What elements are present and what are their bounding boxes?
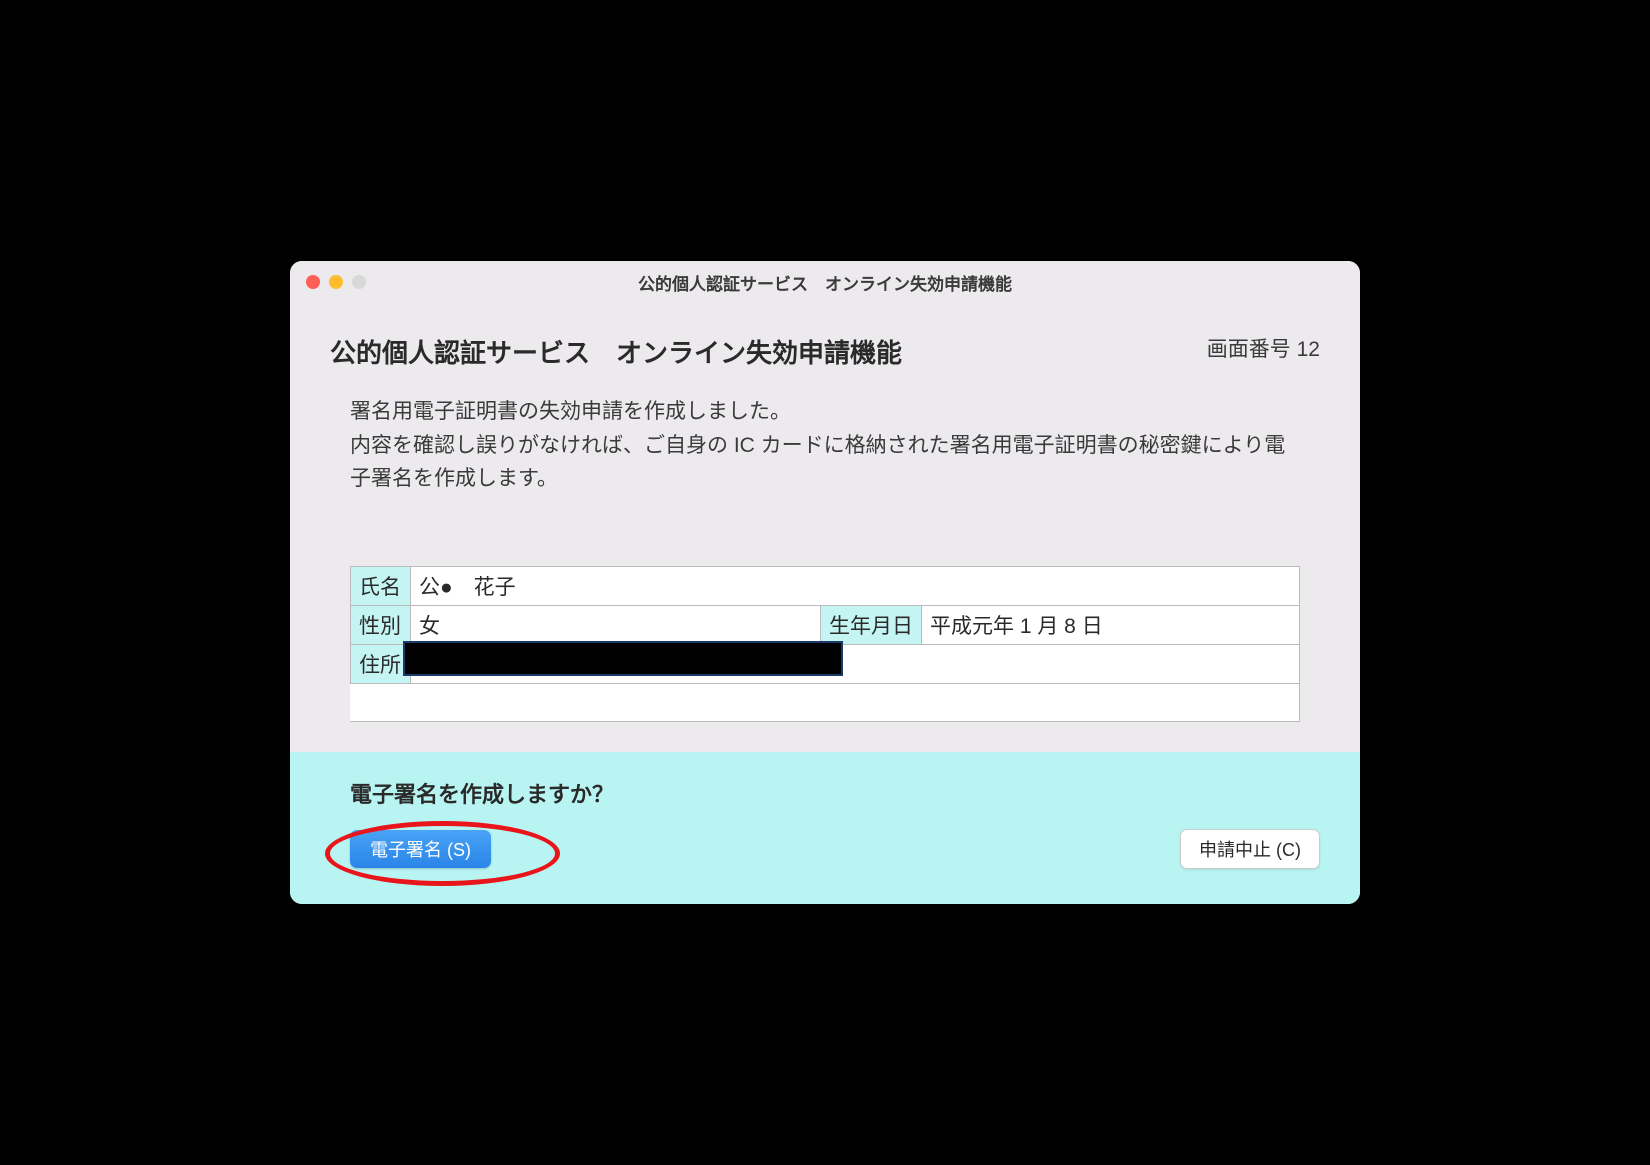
header-row: 公的個人認証サービス オンライン失効申請機能 画面番号 12	[330, 333, 1320, 370]
description-line-2: 内容を確認し誤りがなければ、ご自身の IC カードに格納された署名用電子証明書の…	[350, 429, 1300, 496]
description-line-1: 署名用電子証明書の失効申請を作成しました。	[350, 395, 1300, 429]
maximize-icon	[352, 275, 366, 289]
close-icon[interactable]	[306, 275, 320, 289]
info-table: 氏名 公● 花子 性別 女 生年月日 平成元年 1 月 8 日 住所	[350, 566, 1300, 722]
gender-label: 性別	[351, 605, 411, 644]
window-title: 公的個人認証サービス オンライン失効申請機能	[638, 270, 1012, 295]
dob-label: 生年月日	[821, 605, 922, 644]
table-row-address: 住所	[351, 644, 1300, 683]
table-row-address-continued	[351, 683, 1300, 721]
address-value	[411, 644, 1300, 683]
address-label: 住所	[351, 644, 411, 683]
cancel-button[interactable]: 申請中止 (C)	[1180, 829, 1320, 869]
name-value: 公● 花子	[411, 566, 1300, 605]
minimize-icon[interactable]	[329, 275, 343, 289]
sign-button[interactable]: 電子署名 (S)	[350, 830, 491, 868]
footer-panel: 電子署名を作成しますか？ 電子署名 (S) 申請中止 (C)	[290, 752, 1360, 904]
app-window: 公的個人認証サービス オンライン失効申請機能 公的個人認証サービス オンライン失…	[290, 261, 1360, 904]
traffic-lights	[306, 275, 366, 289]
name-label: 氏名	[351, 566, 411, 605]
gender-value: 女	[411, 605, 821, 644]
table-row-name: 氏名 公● 花子	[351, 566, 1300, 605]
address-continuation	[351, 683, 1300, 721]
prompt-text: 電子署名を作成しますか？	[350, 777, 1320, 809]
table-row-gender-dob: 性別 女 生年月日 平成元年 1 月 8 日	[351, 605, 1300, 644]
description-text: 署名用電子証明書の失効申請を作成しました。 内容を確認し誤りがなければ、ご自身の…	[330, 395, 1320, 496]
button-row: 電子署名 (S) 申請中止 (C)	[350, 829, 1320, 869]
content-area: 公的個人認証サービス オンライン失効申請機能 画面番号 12 署名用電子証明書の…	[290, 303, 1360, 722]
redacted-address-icon	[403, 641, 843, 676]
page-heading: 公的個人認証サービス オンライン失効申請機能	[330, 333, 902, 370]
screen-number: 画面番号 12	[1207, 333, 1320, 363]
dob-value: 平成元年 1 月 8 日	[922, 605, 1300, 644]
titlebar: 公的個人認証サービス オンライン失効申請機能	[290, 261, 1360, 303]
